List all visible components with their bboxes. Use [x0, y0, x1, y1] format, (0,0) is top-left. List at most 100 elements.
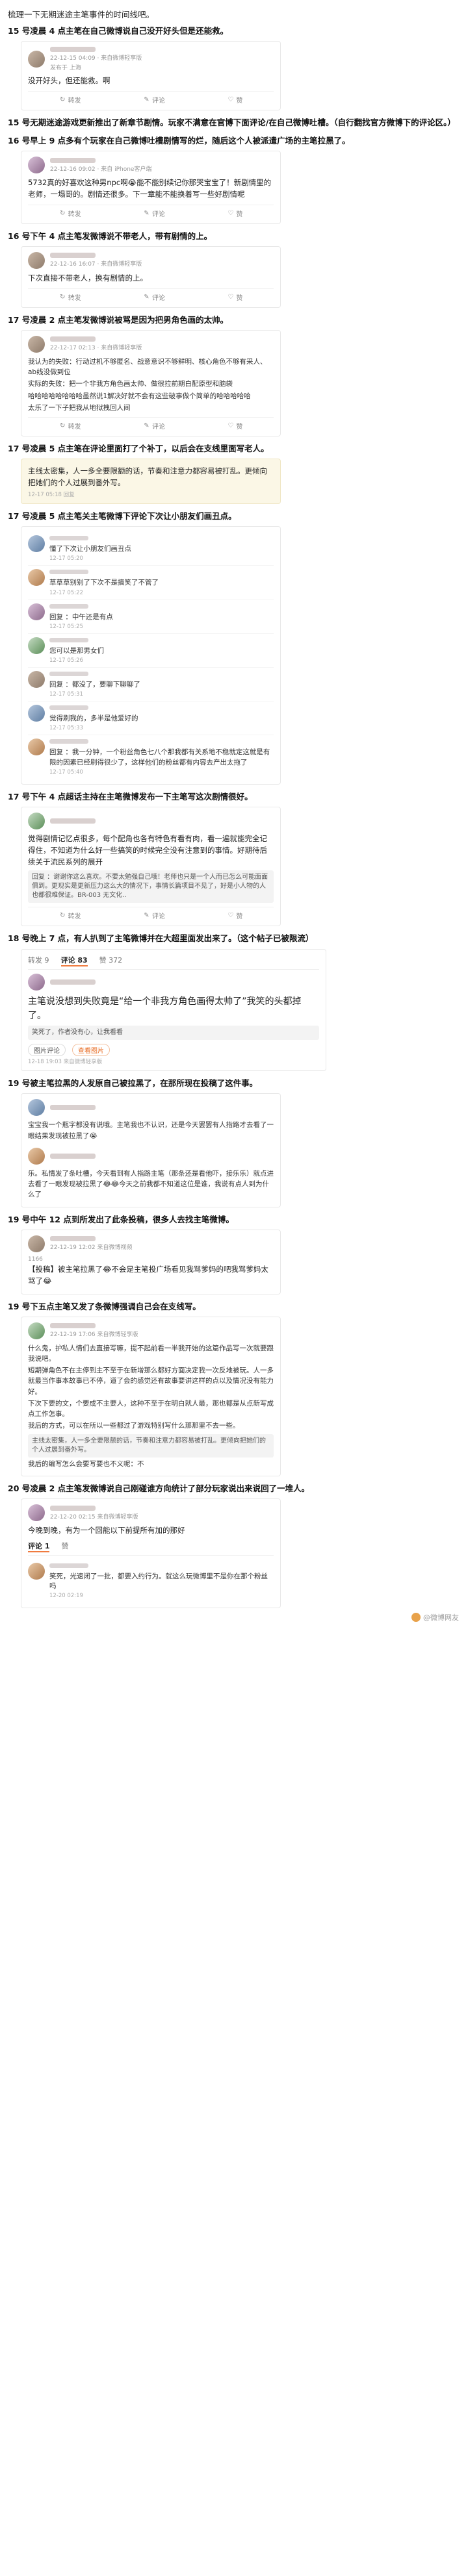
like-icon: ♡ — [228, 912, 234, 920]
post-meta: 22-12-20 02:15 来自微博轻享版 — [50, 1513, 138, 1521]
comment-button[interactable]: ✎ 评论 — [143, 208, 165, 218]
post-text: 【投稿】被主笔拉黑了😂不会是主笔投广场看见我骂爹妈的吧我骂爹妈太骂了😂 — [28, 1264, 268, 1285]
like-icon: ♡ — [228, 95, 234, 103]
weibo-post-screenshot: 22-12-20 02:15 来自微博轻享版 今晚到晚，有为一个回能以下前提所有… — [21, 1498, 281, 1609]
repost-button[interactable]: ↻ 转发 — [59, 208, 81, 218]
event-title: 20 号凌晨 2 点主笔发微博说自己刚碰谁方向统计了部分玩家说出来说回了一堆人。 — [8, 1484, 310, 1494]
post-line: 下次下要的文，个要成不主要人，这种不至于在明白就人最，那也都是从点新写成点工作怎… — [28, 1399, 274, 1419]
tab-likes[interactable]: 赞 372 — [99, 955, 123, 966]
weibo-post-screenshot: 宝宝我一个瓶字都没有说哦。主笔我也不认识，还是今天罢罢有人指路才去看了一眼结果发… — [21, 1093, 281, 1207]
avatar — [28, 670, 45, 688]
view-count: 1166 — [28, 1256, 43, 1263]
avatar — [28, 535, 45, 553]
repost-button[interactable]: ↻ 转发 — [59, 421, 81, 431]
tab-repost[interactable]: 转发 9 — [28, 955, 49, 966]
weibo-logo-icon — [411, 1613, 421, 1623]
like-icon: ♡ — [228, 209, 234, 217]
repost-button[interactable]: ↻ 转发 — [59, 911, 81, 920]
comment-icon: ✎ — [144, 293, 150, 301]
post-header: 22-12-15 04:09 · 来自微博轻享版 发布于 上海 — [28, 47, 274, 71]
event-block: 16 号下午 4 点主笔发微博说不带老人，带有剧情的上。 22-12-16 16… — [8, 231, 460, 308]
avatar — [28, 973, 45, 991]
action-bar: ↻ 转发 ✎ 评论 ♡ 赞 — [28, 90, 274, 105]
avatar — [28, 812, 45, 829]
comment-meta: 12-17 05:31 — [49, 691, 83, 698]
comment-text: 回复 ：我一分钟，一个粉丝角色七八个那我都有关系地不稳就定这就是有限的因素已经刷… — [49, 748, 270, 766]
repost-icon: ↻ — [59, 912, 66, 920]
comment-icon: ✎ — [144, 912, 150, 920]
comment-meta: 12-17 05:40 — [49, 768, 83, 776]
blurred-username — [50, 1236, 96, 1242]
comment-button[interactable]: ✎ 评论 — [143, 95, 165, 105]
event-title: 15 号凌晨 4 点主笔在自己微博说自己没开好头但是还能救。 — [8, 26, 229, 36]
event-title: 19 号中午 12 点到所发出了此条投稿，很多人去找主笔微博。 — [8, 1214, 234, 1224]
comment-item: 回复 ：我一分钟，一个粉丝角色七八个那我都有关系地不稳就定这就是有限的因素已经刷… — [28, 735, 274, 778]
event-title: 19 号被主笔拉黑的人发原自己被拉黑了，在那所现在投稿了这件事。 — [8, 1078, 258, 1089]
avatar — [28, 1504, 45, 1522]
blurred-username — [50, 1505, 96, 1511]
post-meta: 22-12-16 16:07 · 来自微博轻享版 — [50, 261, 142, 268]
event-block: 17 号凌晨 2 点主笔发微博说被骂是因为把男角色画的太帅。 22-12-17 … — [8, 314, 460, 437]
reply-text: 主线太密集，人一多全要限额的话，节奏和注意力都容易被打乱。更倾向把她们的个人过展… — [28, 466, 267, 488]
like-button[interactable]: ♡ 赞 — [227, 421, 242, 431]
blurred-username — [49, 603, 88, 609]
blurred-username — [49, 570, 88, 575]
post-meta: 22-12-16 09:02 · 来自 iPhone客户端 — [50, 166, 152, 173]
repost-icon: ↻ — [59, 95, 66, 103]
image-comment-button[interactable]: 图片评论 — [28, 1044, 66, 1057]
comment-item: 回复 ：中午还是有点 12-17 05:25 — [28, 600, 274, 634]
comment-text: 懂了下次让小朋友们画丑点 — [49, 545, 131, 553]
avatar — [28, 1562, 45, 1580]
action-bar: ↻ 转发 ✎ 评论 ♡ 赞 — [28, 417, 274, 431]
tab-likes[interactable]: 赞 — [61, 1541, 68, 1552]
comment-reply-screenshot: 主线太密集，人一多全要限额的话，节奏和注意力都容易被打乱。更倾向把她们的个人过展… — [21, 459, 281, 504]
weibo-post-screenshot: 22-12-19 12:02 来自微博视频 1166 【投稿】被主笔拉黑了😂不会… — [21, 1229, 281, 1294]
tab-comments[interactable]: 评论 1 — [28, 1541, 50, 1552]
comment-item: 草草草别别了下次不是搞笑了不管了 12-17 05:22 — [28, 566, 274, 600]
comment-button[interactable]: ✎ 评论 — [143, 292, 165, 302]
repost-icon: ↻ — [59, 422, 66, 430]
blurred-username — [49, 739, 88, 744]
view-image-button[interactable]: 查看图片 — [72, 1044, 110, 1057]
post-text: 觉得剧情记忆点很多，每个配角也各有特色有看有肉，看一遍就能完全记得住，不知道为什… — [28, 833, 267, 866]
like-button[interactable]: ♡ 赞 — [227, 911, 242, 920]
post-location: 发布于 上海 — [50, 65, 81, 72]
event-title: 15 号无期迷途游戏更新推出了新章节剧情。玩家不满意在官博下面评论/在自己微博吐… — [8, 117, 456, 127]
post-line: 实际的失败：把一个非我方角色画太帅、做很拉前期白配原型和脑袋 — [28, 380, 233, 388]
comment-item: 笑死，光速闭了一批，都要入约行为。就这么玩微博里不是你在那个粉丝吗 12-20 … — [28, 1559, 274, 1602]
avatar — [28, 637, 45, 654]
watermark: @微博网友 — [411, 1612, 459, 1623]
post-line: 乐。私情发了条吐槽，今天看到有人指路主笔（那条还是看他吓，接乐乐）就点进去看了一… — [28, 1169, 274, 1199]
post-line: 我后的编写怎么会要写要也不义呢：不 — [28, 1459, 144, 1468]
blurred-username — [50, 1153, 96, 1159]
repost-button[interactable]: ↻ 转发 — [59, 292, 81, 302]
avatar — [28, 251, 45, 269]
page-root: 梳理一下无期迷途主笔事件的时间线吧。 15 号凌晨 4 点主笔在自己微博说自己没… — [0, 0, 468, 1628]
event-block: 19 号下五点主笔又发了条微博强调自己会在支线写。 22-12-19 17:06… — [8, 1301, 460, 1477]
event-block: 15 号无期迷途游戏更新推出了新章节剧情。玩家不满意在官博下面评论/在自己微博吐… — [8, 117, 460, 129]
like-icon: ♡ — [228, 422, 234, 430]
comment-item: 觉得刷我的，多半是他爱好的 12-17 05:33 — [28, 701, 274, 736]
like-icon: ♡ — [228, 293, 234, 301]
avatar — [28, 739, 45, 756]
weibo-post-screenshot: 觉得剧情记忆点很多，每个配角也各有特色有看有肉，看一遍就能完全记得住，不知道为什… — [21, 806, 281, 927]
blurred-username — [49, 637, 88, 642]
weibo-post-screenshot: 22-12-16 09:02 · 来自 iPhone客户端 5732真的好喜欢这… — [21, 151, 281, 224]
comment-text: 草草草别别了下次不是搞笑了不管了 — [49, 579, 159, 587]
like-button[interactable]: ♡ 赞 — [227, 95, 242, 105]
comment-icon: ✎ — [144, 95, 150, 103]
intro-text: 梳理一下无期迷途主笔事件的时间线吧。 — [8, 10, 155, 19]
reply-box: 笑死了，作者没有心，让我看看 — [28, 1026, 319, 1041]
event-block: 17 号凌晨 5 点主笔在评论里面打了个补丁，以后会在支线里面写老人。 主线太密… — [8, 443, 460, 504]
like-button[interactable]: ♡ 赞 — [227, 208, 242, 218]
event-block: 15 号凌晨 4 点主笔在自己微博说自己没开好头但是还能救。 22-12-15 … — [8, 25, 460, 110]
reply-meta: 12-17 05:18 回复 — [28, 491, 75, 498]
like-button[interactable]: ♡ 赞 — [227, 292, 242, 302]
post-line: 宝宝我一个瓶字都没有说哦。主笔我也不认识，还是今天罢罢有人指路才去看了一眼结果发… — [28, 1121, 274, 1140]
comment-button[interactable]: ✎ 评论 — [143, 911, 165, 920]
repost-button[interactable]: ↻ 转发 — [59, 95, 81, 105]
tab-comments[interactable]: 评论 83 — [60, 955, 88, 966]
blurred-username — [49, 671, 88, 676]
blurred-username — [50, 1323, 96, 1329]
comment-button[interactable]: ✎ 评论 — [143, 421, 165, 431]
